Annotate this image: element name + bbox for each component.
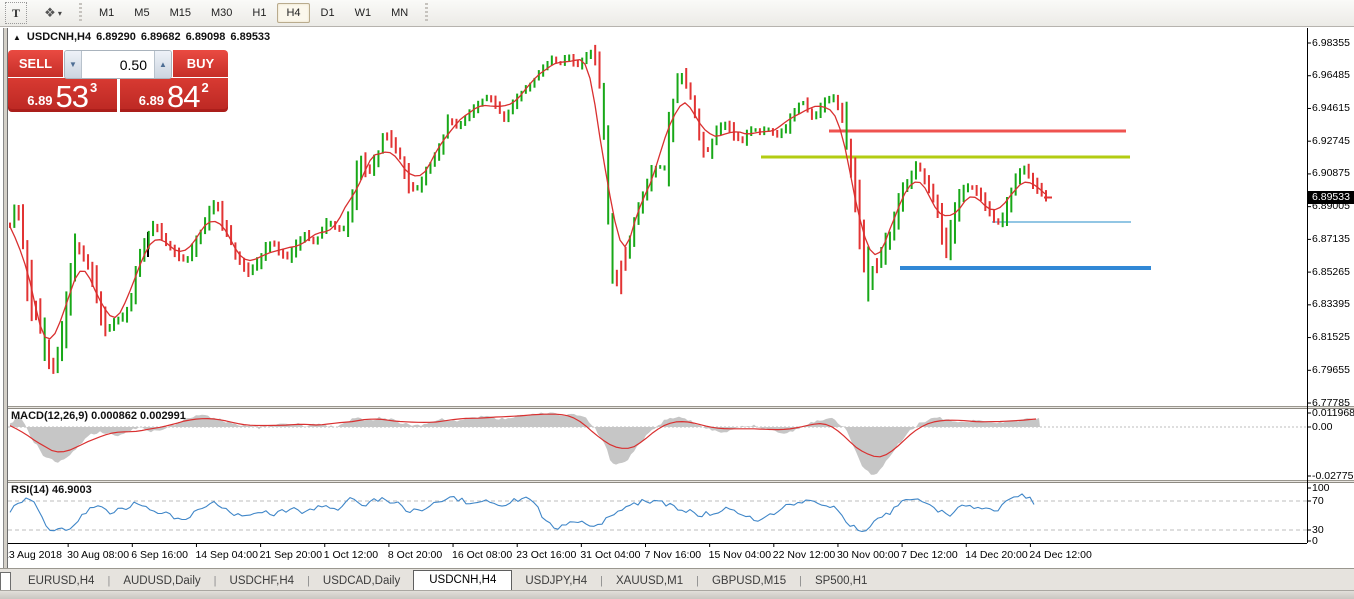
rsi-axis-label: 70 <box>1312 494 1324 507</box>
timeframe-toolbar: M1 M5 M15 M30 H1 H4 D1 W1 MN <box>90 3 417 23</box>
price-axis-label: 6.92745 <box>1312 134 1350 147</box>
time-axis-label: 23 Oct 16:00 <box>516 549 577 561</box>
time-axis-label: 16 Oct 08:00 <box>452 549 513 561</box>
tab-gbpusd-m15[interactable]: GBPUSD,M15 <box>699 572 799 590</box>
volume-control: ▼ 0.50 ▲ <box>64 50 172 79</box>
tab-eurusd-h4[interactable]: EURUSD,H4 <box>15 572 107 590</box>
dropdown-caret-icon: ▾ <box>57 8 62 18</box>
ohlc-high: 6.89682 <box>140 31 181 43</box>
price-axis-label: 6.87135 <box>1312 232 1350 245</box>
tab-usdjpy-h4[interactable]: USDJPY,H4 <box>512 572 600 590</box>
buy-price-sup: 2 <box>201 80 209 95</box>
timeframe-m1[interactable]: M1 <box>90 3 123 23</box>
tab-usdcnh-h4[interactable]: USDCNH,H4 <box>413 570 513 591</box>
status-bar <box>0 590 1354 599</box>
time-axis-label: 24 Dec 12:00 <box>1029 549 1092 561</box>
price-axis-label: 6.90875 <box>1312 167 1350 180</box>
current-price-badge: 6.89533 <box>1307 191 1354 204</box>
toolbar-grip <box>423 3 431 23</box>
sell-price-prefix: 6.89 <box>27 92 53 108</box>
tab-xauusd-m1[interactable]: XAUUSD,M1 <box>603 572 696 590</box>
price-axis-label: 6.85265 <box>1312 265 1350 278</box>
time-axis-label: 15 Nov 04:00 <box>708 549 772 561</box>
macd-values: 0.000862 0.002991 <box>91 410 186 422</box>
time-axis-label: 7 Nov 16:00 <box>644 549 702 561</box>
rsi-line <box>9 493 1035 533</box>
volume-decrease-button[interactable]: ▼ <box>65 51 82 78</box>
time-axis-label: 21 Sep 20:00 <box>259 549 323 561</box>
time-axis-label: 23 Aug 2018 <box>3 549 62 561</box>
timeframe-h1[interactable]: H1 <box>243 3 275 23</box>
volume-input[interactable]: 0.50 <box>82 51 154 78</box>
text-label-tool-button[interactable]: T <box>5 2 27 24</box>
chart-tabs-bar: EURUSD,H4 | AUDUSD,Daily | USDCHF,H4 | USDCAD,… <box>0 568 1354 591</box>
horizontal-trendlines <box>147 129 1151 270</box>
chart-symbol-period: USDCNH,H4 <box>26 31 92 43</box>
collapse-arrow-icon[interactable]: ▲ <box>13 33 21 42</box>
time-axis-label: 22 Nov 12:00 <box>772 549 836 561</box>
double-diamond-icon: ❖ <box>44 5 56 20</box>
time-axis: 23 Aug 2018 30 Aug 08:00 6 Sep 16:00 14 Sep… <box>0 549 1310 563</box>
time-axis-label: 1 Oct 12:00 <box>323 549 379 561</box>
rsi-name: RSI(14) <box>11 484 49 496</box>
time-axis-label: 30 Nov 00:00 <box>836 549 900 561</box>
timeframe-mn[interactable]: MN <box>382 3 417 23</box>
tab-audusd-daily[interactable]: AUDUSD,Daily <box>110 572 213 590</box>
ohlc-open: 6.89290 <box>96 31 136 43</box>
volume-increase-button[interactable]: ▲ <box>154 51 171 78</box>
sell-button[interactable]: SELL <box>8 50 63 77</box>
cycle-symbols-button[interactable]: ❖ ▾ <box>35 2 71 24</box>
timeframe-d1[interactable]: D1 <box>312 3 344 23</box>
tab-usdcad-daily[interactable]: USDCAD,Daily <box>310 572 413 590</box>
timeframe-h4[interactable]: H4 <box>277 3 310 23</box>
price-axis-label: 6.94615 <box>1312 101 1350 114</box>
buy-price-prefix: 6.89 <box>138 92 165 108</box>
macd-axis-label: 0.011968 <box>1312 406 1354 419</box>
ohlc-low: 6.89098 <box>185 31 226 43</box>
rsi-indicator-label: RSI(14) 46.9003 <box>11 484 92 496</box>
price-axis-label: 6.96485 <box>1312 69 1350 82</box>
macd-axis-label: 0.00 <box>1312 420 1333 433</box>
sell-price-big: 53 <box>55 78 89 114</box>
buy-price-display[interactable]: 6.89 84 2 <box>119 78 228 114</box>
time-axis-label: 30 Aug 08:00 <box>67 549 130 561</box>
timeframe-m30[interactable]: M30 <box>202 3 241 23</box>
rsi-axis-label: 0 <box>1312 534 1318 547</box>
toolbar: T ❖ ▾ M1 M5 M15 M30 H1 H4 D1 W1 MN <box>0 0 1354 27</box>
time-axis-label: 7 Dec 12:00 <box>901 549 958 561</box>
buy-button[interactable]: BUY <box>173 50 228 77</box>
rsi-axis-label: 100 <box>1312 481 1330 494</box>
macd-plot <box>8 412 1307 475</box>
price-axis-label: 6.79655 <box>1312 363 1350 376</box>
macd-indicator-label: MACD(12,26,9) 0.000862 0.002991 <box>11 410 186 422</box>
macd-name: MACD(12,26,9) <box>11 410 89 422</box>
terminal-window: T ❖ ▾ M1 M5 M15 M30 H1 H4 D1 W1 MN ▲ USDCNH,H4 6… <box>0 0 1354 599</box>
rsi-plot <box>8 493 1307 533</box>
one-click-trading-panel: SELL ▼ 0.50 ▲ BUY 6.89 53 3 6.89 84 2 <box>8 50 228 113</box>
rsi-value: 46.9003 <box>51 484 92 496</box>
ohlc-close: 6.89533 <box>230 31 271 43</box>
chart-title: ▲ USDCNH,H4 6.89290 6.89682 6.89098 6.89… <box>13 31 270 43</box>
tab-scroll-stub <box>0 572 11 590</box>
time-axis-label: 8 Oct 20:00 <box>387 549 443 561</box>
sell-price-sup: 3 <box>90 80 98 95</box>
time-axis-label: 31 Oct 04:00 <box>580 549 641 561</box>
timeframe-m15[interactable]: M15 <box>161 3 200 23</box>
timeframe-m5[interactable]: M5 <box>125 3 158 23</box>
time-axis-label: 14 Dec 20:00 <box>965 549 1028 561</box>
time-axis-label: 6 Sep 16:00 <box>131 549 188 561</box>
tab-usdchf-h4[interactable]: USDCHF,H4 <box>217 572 308 590</box>
price-axis-label: 6.81525 <box>1312 331 1350 344</box>
window-frame-left <box>0 28 8 568</box>
buy-price-big: 84 <box>167 78 200 114</box>
price-axis-label: 6.98355 <box>1312 36 1350 49</box>
timeframe-w1[interactable]: W1 <box>346 3 381 23</box>
macd-axis-label: -0.027758 <box>1312 469 1354 482</box>
toolbar-grip <box>77 3 84 23</box>
tab-sp500-h1[interactable]: SP500,H1 <box>802 572 880 590</box>
price-axis-label: 6.83395 <box>1312 298 1350 311</box>
time-axis-label: 14 Sep 04:00 <box>195 549 258 561</box>
sell-price-display[interactable]: 6.89 53 3 <box>8 78 117 112</box>
